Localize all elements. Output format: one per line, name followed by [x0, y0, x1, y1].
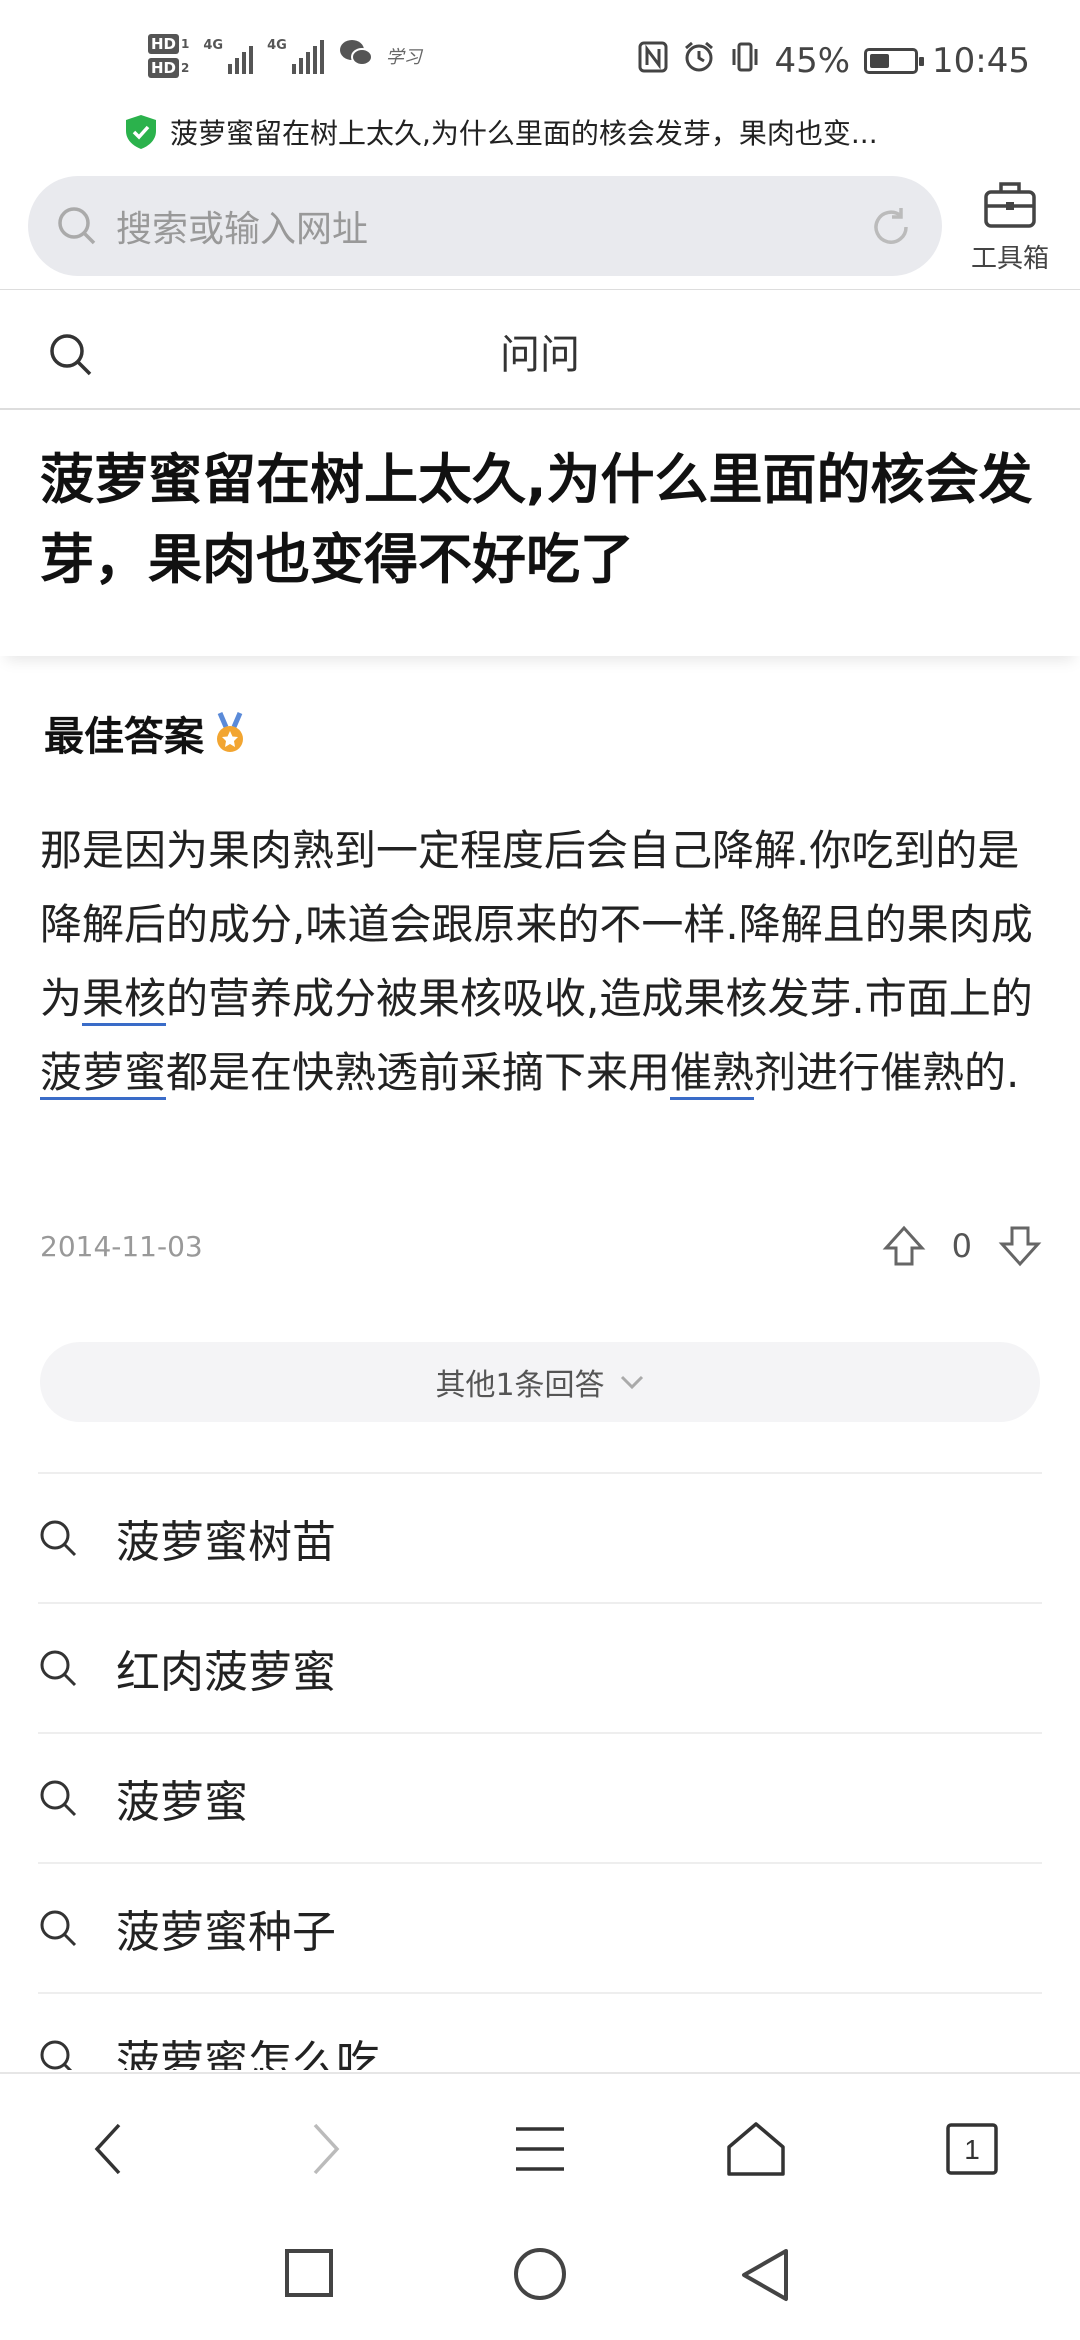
tabs-button[interactable]: 1	[932, 2114, 1012, 2184]
status-right: 45% 10:45	[638, 40, 1030, 82]
secure-shield-icon	[126, 115, 156, 149]
downvote-icon[interactable]	[998, 1224, 1042, 1268]
search-icon	[40, 1520, 77, 1557]
system-back-icon[interactable]	[740, 2248, 790, 2302]
related-search-item[interactable]: 菠萝蜜种子	[38, 1864, 1042, 1994]
address-placeholder: 搜索或输入网址	[116, 209, 369, 250]
nfc-icon	[638, 41, 668, 81]
vote-controls: 0	[882, 1224, 1042, 1268]
search-icon	[40, 2040, 73, 2070]
question-card: 菠萝蜜留在树上太久,为什么里面的核会发芽，果肉也变得不好吃了	[0, 412, 1080, 656]
address-bar[interactable]: 搜索或输入网址	[28, 176, 942, 276]
status-left: HD 1 HD 2 4G 4G 学习	[148, 34, 422, 78]
best-answer-heading: 最佳答案	[44, 704, 248, 762]
page-title: 菠萝蜜留在树上太久,为什么里面的核会发芽，果肉也变...	[170, 117, 878, 150]
home-button[interactable]	[716, 2114, 796, 2184]
toolbox-label: 工具箱	[970, 244, 1049, 274]
related-search-item[interactable]: 红肉菠萝蜜	[38, 1604, 1042, 1734]
chevron-down-icon	[620, 1375, 643, 1390]
hd-badge: HD	[148, 34, 180, 54]
related-search-label: 菠萝蜜树苗	[116, 1517, 336, 1568]
hd-sim-number: 1	[181, 37, 190, 51]
tab-count: 1	[964, 2134, 980, 2165]
medal-icon	[217, 712, 243, 752]
answer-text-part: 都是在快熟透前采摘下来用	[166, 1048, 671, 1097]
back-button[interactable]	[68, 2114, 148, 2184]
chevron-left-icon	[94, 2123, 121, 2175]
forward-button[interactable]	[286, 2114, 366, 2184]
battery-level	[870, 54, 890, 68]
alarm-icon	[682, 40, 716, 82]
site-title: 问问	[500, 332, 580, 378]
battery-icon	[864, 48, 925, 74]
network-type-label: 4G	[267, 38, 287, 53]
system-nav-bar	[0, 2220, 1080, 2340]
hd-sim-number: 2	[181, 61, 190, 75]
search-icon	[40, 1780, 77, 1817]
more-answers-label: 其他1条回答	[435, 1368, 605, 1403]
hd-indicators: HD 1 HD 2	[148, 34, 189, 78]
keyword-link[interactable]: 催熟	[670, 1048, 755, 1100]
answer-text-part: 剂进行催熟的.	[754, 1048, 1020, 1097]
wechat-icon	[338, 38, 374, 75]
related-search-label: 菠萝蜜怎么吃	[116, 2037, 380, 2070]
home-icon	[727, 2122, 785, 2176]
question-title: 菠萝蜜留在树上太久,为什么里面的核会发芽，果肉也变得不好吃了	[40, 448, 1033, 591]
page-title-bar: 菠萝蜜留在树上太久,为什么里面的核会发芽，果肉也变...	[124, 112, 878, 152]
answer-date: 2014-11-03	[40, 1230, 203, 1263]
xuexi-app-icon: 学习	[385, 47, 422, 68]
related-search-item[interactable]: 菠萝蜜	[38, 1734, 1042, 1864]
related-search-item[interactable]: 菠萝蜜怎么吃	[38, 1994, 1042, 2070]
signal-icon: 4G	[267, 38, 324, 74]
refresh-icon[interactable]	[868, 204, 914, 250]
keyword-link[interactable]: 果核	[82, 974, 167, 1026]
upvote-icon[interactable]	[882, 1224, 926, 1268]
tabs-icon: 1	[946, 2123, 998, 2175]
browser-toolbar: 搜索或输入网址 工具箱	[0, 172, 1080, 290]
related-searches: 菠萝蜜树苗红肉菠萝蜜菠萝蜜菠萝蜜种子菠萝蜜怎么吃	[38, 1472, 1042, 2070]
system-home-icon[interactable]	[512, 2248, 568, 2304]
search-icon	[58, 207, 96, 245]
battery-percent: 45%	[774, 41, 851, 81]
related-search-label: 菠萝蜜种子	[116, 1907, 336, 1958]
vibrate-icon	[730, 41, 760, 81]
related-search-label: 菠萝蜜	[116, 1777, 248, 1828]
answer-text-part: 的营养成分被果核吸收,造成果核发芽.市面上的	[166, 974, 1033, 1023]
clock: 10:45	[932, 41, 1030, 81]
related-search-item[interactable]: 菠萝蜜树苗	[38, 1474, 1042, 1604]
keyword-link[interactable]: 菠萝蜜	[40, 1048, 167, 1100]
related-searches-viewport: 菠萝蜜树苗红肉菠萝蜜菠萝蜜菠萝蜜种子菠萝蜜怎么吃	[0, 1472, 1080, 2070]
network-type-label: 4G	[203, 38, 224, 53]
toolbox-icon	[984, 182, 1036, 228]
search-icon	[40, 1910, 77, 1947]
status-bar: HD 1 HD 2 4G 4G 学习 45% 10:45 菠萝蜜留在树上太久,为…	[0, 0, 1080, 150]
toolbox-button[interactable]: 工具箱	[960, 178, 1060, 275]
recents-icon[interactable]	[284, 2248, 334, 2298]
menu-button[interactable]	[500, 2114, 580, 2184]
vote-count: 0	[951, 1227, 972, 1265]
menu-icon	[516, 2127, 564, 2171]
chevron-right-icon	[313, 2123, 340, 2175]
best-answer-label: 最佳答案	[44, 714, 204, 760]
site-header: 问问	[0, 292, 1080, 410]
browser-bottom-nav: 1	[0, 2072, 1080, 2220]
more-answers-button[interactable]: 其他1条回答	[40, 1342, 1040, 1422]
best-answer-text: 那是因为果肉熟到一定程度后会自己降解.你吃到的是降解后的成分,味道会跟原来的不一…	[40, 814, 1050, 1110]
search-icon	[40, 1650, 77, 1687]
related-search-label: 红肉菠萝蜜	[116, 1647, 336, 1698]
signal-icon: 4G	[203, 38, 254, 74]
hd-badge: HD	[148, 58, 180, 78]
